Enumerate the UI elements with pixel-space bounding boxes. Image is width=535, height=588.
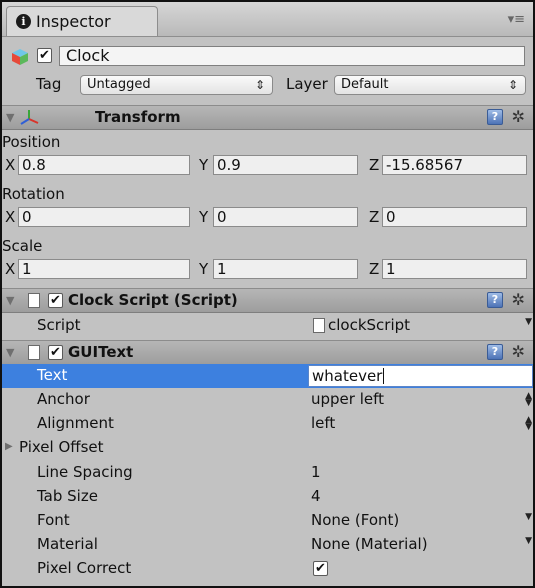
fold-open-icon[interactable]: ▼ [6,346,14,359]
script-file-icon [313,318,325,333]
layer-value: Default [341,77,389,92]
scale-z-label: Z [369,260,380,278]
anchor-row[interactable]: Anchor upper left ▲ ▼ [2,388,533,412]
position-x-field[interactable]: 0.8 [18,155,190,175]
tab-menu-icon[interactable]: ▾≡ [508,12,525,27]
font-dropdown-arrow-icon[interactable]: ▼ [525,513,532,522]
text-caret [383,368,385,384]
info-icon: i [16,14,31,29]
layer-label: Layer [286,75,328,93]
material-dropdown-arrow-icon[interactable]: ▼ [525,537,532,546]
layer-dropdown[interactable]: Default ⇕ [334,75,526,95]
scale-y-field[interactable]: 1 [213,259,358,279]
tab-inspector-label: Inspector [36,12,111,31]
text-label: Text [37,366,68,384]
clock-script-header[interactable]: ▼ ✔ Clock Script (Script) ? ✲ [2,288,533,313]
pixel-correct-label: Pixel Correct [37,559,132,577]
position-label: Position [2,133,61,151]
alignment-label: Alignment [37,414,114,432]
alignment-dropdown-arrow-icon[interactable]: ▲ ▼ [525,416,532,432]
alignment-row[interactable]: Alignment left ▲ ▼ [2,412,533,436]
transform-header[interactable]: ▼ Transform ? ✲ [2,105,533,130]
gear-icon[interactable]: ✲ [512,342,525,361]
help-icon[interactable]: ? [487,109,503,125]
rotation-z-label: Z [369,208,380,226]
pixel-offset-row[interactable]: ▶ Pixel Offset [2,436,533,460]
rotation-y-label: Y [199,208,209,226]
line-spacing-row[interactable]: Line Spacing 1 [2,461,533,485]
tab-size-label: Tab Size [37,487,98,505]
text-input-value: whatever [312,367,383,385]
line-spacing-label: Line Spacing [37,463,133,481]
script-value[interactable]: clockScript [328,316,410,334]
script-dropdown-arrow-icon[interactable]: ▼ [525,318,532,327]
anchor-dropdown-arrow-icon[interactable]: ▲ ▼ [525,392,532,408]
alignment-value[interactable]: left [311,414,335,432]
script-row: Script clockScript ▼ [2,314,533,338]
rotation-label: Rotation [2,185,65,203]
transform-axes-icon [20,110,39,125]
guitext-title: GUIText [68,343,134,361]
tag-dropdown[interactable]: Untagged ⇕ [80,75,273,95]
clock-script-enabled-checkbox[interactable]: ✔ [48,293,63,308]
rotation-x-field[interactable]: 0 [18,207,190,227]
position-x-label: X [5,156,16,174]
gameobject-cube-icon [12,49,28,65]
tab-size-value[interactable]: 4 [311,487,321,505]
material-value[interactable]: None (Material) [311,535,428,553]
tag-label: Tag [36,75,62,93]
text-input[interactable]: whatever [308,365,533,387]
gameobject-name-field[interactable]: Clock [59,46,525,66]
rotation-z-field[interactable]: 0 [382,207,527,227]
position-z-label: Z [369,156,380,174]
line-spacing-value[interactable]: 1 [311,463,321,481]
scale-label: Scale [2,237,43,255]
tag-dropdown-arrow-icon: ⇕ [254,78,265,92]
tag-value: Untagged [87,77,151,92]
tab-inspector[interactable]: i Inspector [6,6,158,36]
scale-x-field[interactable]: 1 [18,259,190,279]
material-row[interactable]: Material None (Material) ▼ [2,533,533,557]
gear-icon[interactable]: ✲ [512,290,525,309]
pixel-correct-row[interactable]: Pixel Correct ✔ [2,557,533,581]
help-icon[interactable]: ? [487,344,503,360]
scale-x-label: X [5,260,16,278]
font-value[interactable]: None (Font) [311,511,399,529]
fold-closed-icon[interactable]: ▶ [5,441,13,452]
fold-open-icon[interactable]: ▼ [6,294,14,307]
tab-bar: i Inspector ▾≡ [2,2,533,37]
fold-open-icon[interactable]: ▼ [6,111,14,124]
material-label: Material [37,535,98,553]
scale-z-field[interactable]: 1 [382,259,527,279]
script-file-icon [28,293,40,308]
gameobject-active-checkbox[interactable]: ✔ [37,48,52,63]
pixel-offset-label: Pixel Offset [19,438,104,456]
guitext-file-icon [28,345,40,360]
scale-y-label: Y [199,260,209,278]
anchor-label: Anchor [37,390,90,408]
text-row[interactable]: Text whatever [2,364,533,388]
gameobject-header: ✔ Clock Tag Untagged ⇕ Layer Default ⇕ [2,37,533,106]
layer-dropdown-arrow-icon: ⇕ [507,78,518,92]
rotation-y-field[interactable]: 0 [213,207,358,227]
position-z-field[interactable]: -15.68567 [382,155,527,175]
rotation-x-label: X [5,208,16,226]
script-label: Script [37,316,81,334]
tab-size-row[interactable]: Tab Size 4 [2,485,533,509]
position-y-field[interactable]: 0.9 [213,155,358,175]
help-icon[interactable]: ? [487,292,503,308]
position-y-label: Y [199,156,209,174]
font-label: Font [37,511,70,529]
gear-icon[interactable]: ✲ [512,107,525,126]
guitext-enabled-checkbox[interactable]: ✔ [48,345,63,360]
guitext-header[interactable]: ▼ ✔ GUIText ? ✲ [2,340,533,365]
pixel-correct-checkbox[interactable]: ✔ [313,561,328,576]
anchor-value[interactable]: upper left [311,390,384,408]
font-row[interactable]: Font None (Font) ▼ [2,509,533,533]
clock-script-title: Clock Script (Script) [68,291,238,309]
transform-title: Transform [95,108,181,126]
inspector-window: i Inspector ▾≡ ✔ Clock Tag Untagged ⇕ La… [0,0,535,588]
